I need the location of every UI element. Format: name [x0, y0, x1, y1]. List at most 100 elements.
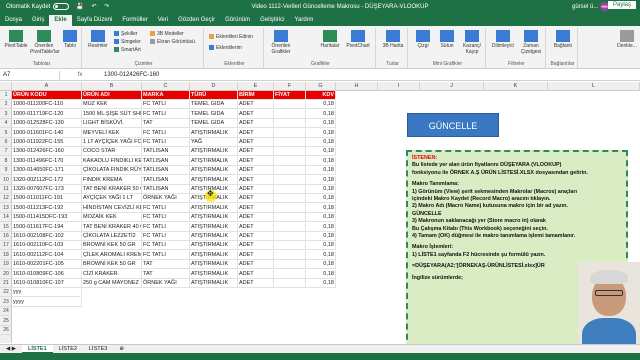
- table-cell[interactable]: FC TATLI: [142, 203, 190, 213]
- column-header[interactable]: B: [82, 82, 142, 91]
- table-cell[interactable]: [274, 279, 306, 288]
- table-cell[interactable]: 1320-007607FC-173: [12, 185, 82, 194]
- table-cell[interactable]: ADET: [238, 250, 274, 260]
- column-header[interactable]: K: [484, 82, 548, 91]
- table-cell[interactable]: ATIŞTIRMALIK: [190, 175, 238, 185]
- pivotchart-button[interactable]: PivotChart: [344, 30, 372, 49]
- table-cell[interactable]: 1610-010809FC-106: [12, 269, 82, 279]
- table-cell[interactable]: 0,18: [306, 119, 336, 129]
- table-cell[interactable]: 0,18: [306, 138, 336, 147]
- table-cell[interactable]: ATIŞTIRMALIK: [190, 269, 238, 279]
- table-cell[interactable]: 1500-011011FC-191: [12, 194, 82, 204]
- table-cell[interactable]: [274, 156, 306, 166]
- row-header[interactable]: 19: [0, 260, 12, 270]
- table-cell[interactable]: [274, 241, 306, 251]
- table-cell[interactable]: ADET: [238, 185, 274, 194]
- equation-button[interactable]: Denkle...: [615, 30, 639, 49]
- table-cell[interactable]: 0,18: [306, 279, 336, 288]
- table-cell[interactable]: ADET: [238, 138, 274, 147]
- table-cell[interactable]: [274, 250, 306, 260]
- tab-7[interactable]: Görünüm: [220, 15, 255, 26]
- table-cell[interactable]: ADET: [238, 213, 274, 223]
- tab-5[interactable]: Veri: [153, 15, 173, 26]
- table-cell[interactable]: 0,18: [306, 250, 336, 260]
- table-cell[interactable]: [274, 138, 306, 147]
- sparkline-winloss-button[interactable]: Kazanç/ Kayıp: [460, 30, 484, 55]
- get-addins-button[interactable]: Eklentileri Edinin: [209, 34, 253, 40]
- shapes-button[interactable]: Şekiller: [114, 31, 137, 37]
- column-header[interactable]: J: [420, 82, 484, 91]
- row-header[interactable]: 11: [0, 185, 12, 194]
- column-header[interactable]: I: [378, 82, 420, 91]
- row-header[interactable]: 22: [0, 288, 12, 298]
- row-header[interactable]: 7: [0, 147, 12, 157]
- table-cell[interactable]: ATIŞTIRMALIK: [190, 241, 238, 251]
- table-cell[interactable]: 0,18: [306, 147, 336, 157]
- sparkline-column-button[interactable]: Sütun: [436, 30, 458, 49]
- table-cell[interactable]: MUZ KEK: [82, 100, 142, 110]
- row-header[interactable]: 3: [0, 110, 12, 119]
- table-cell[interactable]: ADET: [238, 279, 274, 288]
- table-cell[interactable]: 1 LT AYÇİÇEK YAĞI FC: [82, 138, 142, 147]
- table-cell[interactable]: MEYVELİ KEK: [82, 128, 142, 138]
- table-cell[interactable]: ATIŞTIRMALIK: [190, 250, 238, 260]
- table-cell[interactable]: TAT BENİ KRAKER 50 GR: [82, 185, 142, 194]
- table-cell[interactable]: 1000-012528FC-130: [12, 119, 82, 129]
- table-cell[interactable]: TAT: [142, 269, 190, 279]
- table-cell[interactable]: HİNDİSTAN CEVİZLİ KREMA: [82, 203, 142, 213]
- table-cell[interactable]: [274, 185, 306, 194]
- table-cell[interactable]: [274, 232, 306, 241]
- table-cell[interactable]: ADET: [238, 100, 274, 110]
- update-macro-button[interactable]: GÜNCELLE: [407, 113, 499, 137]
- column-header[interactable]: E: [238, 82, 274, 91]
- screenshot-button[interactable]: Ekran Görüntüsü: [150, 39, 195, 45]
- pictures-button[interactable]: Resimler: [86, 30, 110, 49]
- table-cell[interactable]: TEMEL GIDA: [190, 119, 238, 129]
- table-cell[interactable]: TEMEL GIDA: [190, 100, 238, 110]
- table-cell[interactable]: FC TATLI: [142, 128, 190, 138]
- table-cell[interactable]: ATIŞTIRMALIK: [190, 156, 238, 166]
- table-cell[interactable]: ADET: [238, 119, 274, 129]
- column-title-cell[interactable]: TÜRÜ: [190, 91, 238, 100]
- row-header[interactable]: 1: [0, 91, 12, 100]
- table-cell[interactable]: ADET: [238, 194, 274, 204]
- table-cell[interactable]: ADET: [238, 203, 274, 213]
- row-header[interactable]: 18: [0, 251, 12, 260]
- table-cell[interactable]: 1610-002110FC-103: [12, 241, 82, 251]
- tab-4[interactable]: Formüller: [117, 15, 152, 26]
- table-cell[interactable]: ATIŞTIRMALIK: [190, 166, 238, 176]
- table-cell[interactable]: ATIŞTIRMALIK: [190, 128, 238, 138]
- sparkline-line-button[interactable]: Çizgi: [412, 30, 434, 49]
- table-cell[interactable]: [274, 203, 306, 213]
- table-cell[interactable]: ATIŞTIRMALIK: [190, 279, 238, 288]
- user-name[interactable]: gürsel ü...: [572, 4, 598, 10]
- table-cell[interactable]: 0,18: [306, 109, 336, 119]
- table-cell[interactable]: FC TATLI: [142, 213, 190, 223]
- row-header[interactable]: 21: [0, 279, 12, 288]
- table-cell[interactable]: 0,18: [306, 156, 336, 166]
- table-cell[interactable]: 0,18: [306, 260, 336, 270]
- row-header[interactable]: 24: [0, 307, 12, 317]
- column-title-cell[interactable]: BİRİM: [238, 91, 274, 100]
- table-cell[interactable]: TAT: [142, 260, 190, 270]
- row-header[interactable]: 10: [0, 176, 12, 185]
- table-cell[interactable]: ADET: [238, 260, 274, 270]
- table-cell[interactable]: FINDIK KREMA: [82, 175, 142, 185]
- table-cell[interactable]: KAKAOLU FINDIKLI KEK: [82, 156, 142, 166]
- table-cell[interactable]: CİZİ KRAKER.: [82, 269, 142, 279]
- table-cell[interactable]: [274, 166, 306, 176]
- table-cell[interactable]: 0,18: [306, 222, 336, 232]
- row-header[interactable]: 25: [0, 317, 12, 326]
- table-cell[interactable]: 1000-011719FC-120: [12, 109, 82, 119]
- table-cell[interactable]: [274, 119, 306, 129]
- column-title-cell[interactable]: FİYAT: [274, 91, 306, 100]
- recommended-charts-button[interactable]: Önerilen Grafikler: [268, 30, 294, 55]
- table-cell[interactable]: 0,18: [306, 213, 336, 223]
- table-cell[interactable]: ÇİKOLATA FINDIK RÜYASI: [82, 166, 142, 176]
- column-title-cell[interactable]: MARKA: [142, 91, 190, 100]
- table-cell[interactable]: 1500-011213FC-192: [12, 203, 82, 213]
- table-cell[interactable]: [274, 147, 306, 157]
- recommended-pivottables-button[interactable]: Önerilen PivotTable'lar: [30, 30, 60, 55]
- column-header[interactable]: C: [142, 82, 190, 91]
- table-cell[interactable]: TEMEL GIDA: [190, 109, 238, 119]
